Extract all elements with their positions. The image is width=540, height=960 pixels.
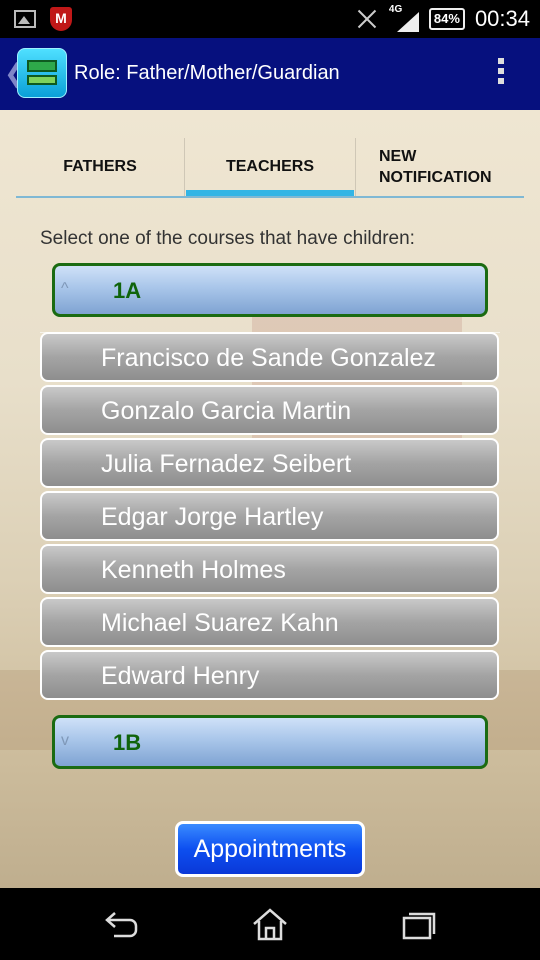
student-name: Francisco de Sande Gonzalez <box>101 344 436 372</box>
tab-bar: FATHERS TEACHERS NEW NOTIFICATION <box>16 138 524 198</box>
student-name: Edgar Jorge Hartley <box>101 503 324 531</box>
vibrate-off-icon <box>355 7 379 31</box>
tab-teachers[interactable]: TEACHERS <box>184 138 356 196</box>
course-label: 1B <box>113 730 142 755</box>
tab-underline <box>16 196 524 198</box>
back-icon[interactable] <box>100 906 140 942</box>
recent-apps-icon[interactable] <box>400 906 440 942</box>
chevron-up-icon: ^ <box>61 280 69 297</box>
list-item[interactable]: Gonzalo Garcia Martin <box>40 385 499 435</box>
course-header-1b[interactable]: v 1B <box>52 715 488 769</box>
student-name: Edward Henry <box>101 662 260 690</box>
app-logo-icon[interactable] <box>17 48 67 98</box>
list-item[interactable]: Julia Fernadez Seibert <box>40 438 499 488</box>
appointments-button[interactable]: Appointments <box>175 821 365 877</box>
page-title: Role: Father/Mother/Guardian <box>74 62 340 84</box>
list-item[interactable]: Francisco de Sande Gonzalez <box>40 332 499 382</box>
course-label: 1A <box>113 278 142 303</box>
action-bar: ❮ Role: Father/Mother/Guardian <box>0 38 540 110</box>
list-item[interactable]: Edward Henry <box>40 650 499 700</box>
list-item[interactable]: Kenneth Holmes <box>40 544 499 594</box>
tab-selected-indicator <box>186 190 354 196</box>
course-prompt: Select one of the courses that have chil… <box>40 228 415 249</box>
student-name: Michael Suarez Kahn <box>101 609 339 637</box>
signal-icon: 4G <box>389 4 419 32</box>
navigation-bar <box>0 888 540 960</box>
tab-new-notification[interactable]: NEW NOTIFICATION <box>355 138 524 196</box>
list-item[interactable]: Edgar Jorge Hartley <box>40 491 499 541</box>
course-header-1a[interactable]: ^ 1A <box>52 263 488 317</box>
clock: 00:34 <box>474 6 530 31</box>
student-name: Julia Fernadez Seibert <box>101 450 352 478</box>
status-bar: M 4G 84% 00:34 <box>0 0 540 38</box>
content-area: FATHERS TEACHERS NEW NOTIFICATION Select… <box>0 110 540 888</box>
student-name: Gonzalo Garcia Martin <box>101 397 352 425</box>
home-icon[interactable] <box>250 906 290 942</box>
overflow-menu-icon[interactable] <box>498 58 504 84</box>
image-notification-icon <box>14 10 36 28</box>
tab-fathers[interactable]: FATHERS <box>16 138 184 196</box>
list-item[interactable]: Michael Suarez Kahn <box>40 597 499 647</box>
tab-new-notification-label: NEW NOTIFICATION <box>379 148 492 186</box>
mcafee-icon: M <box>50 7 72 31</box>
battery-indicator: 84% <box>428 8 465 30</box>
student-name: Kenneth Holmes <box>101 556 286 584</box>
chevron-down-icon: v <box>61 732 69 749</box>
